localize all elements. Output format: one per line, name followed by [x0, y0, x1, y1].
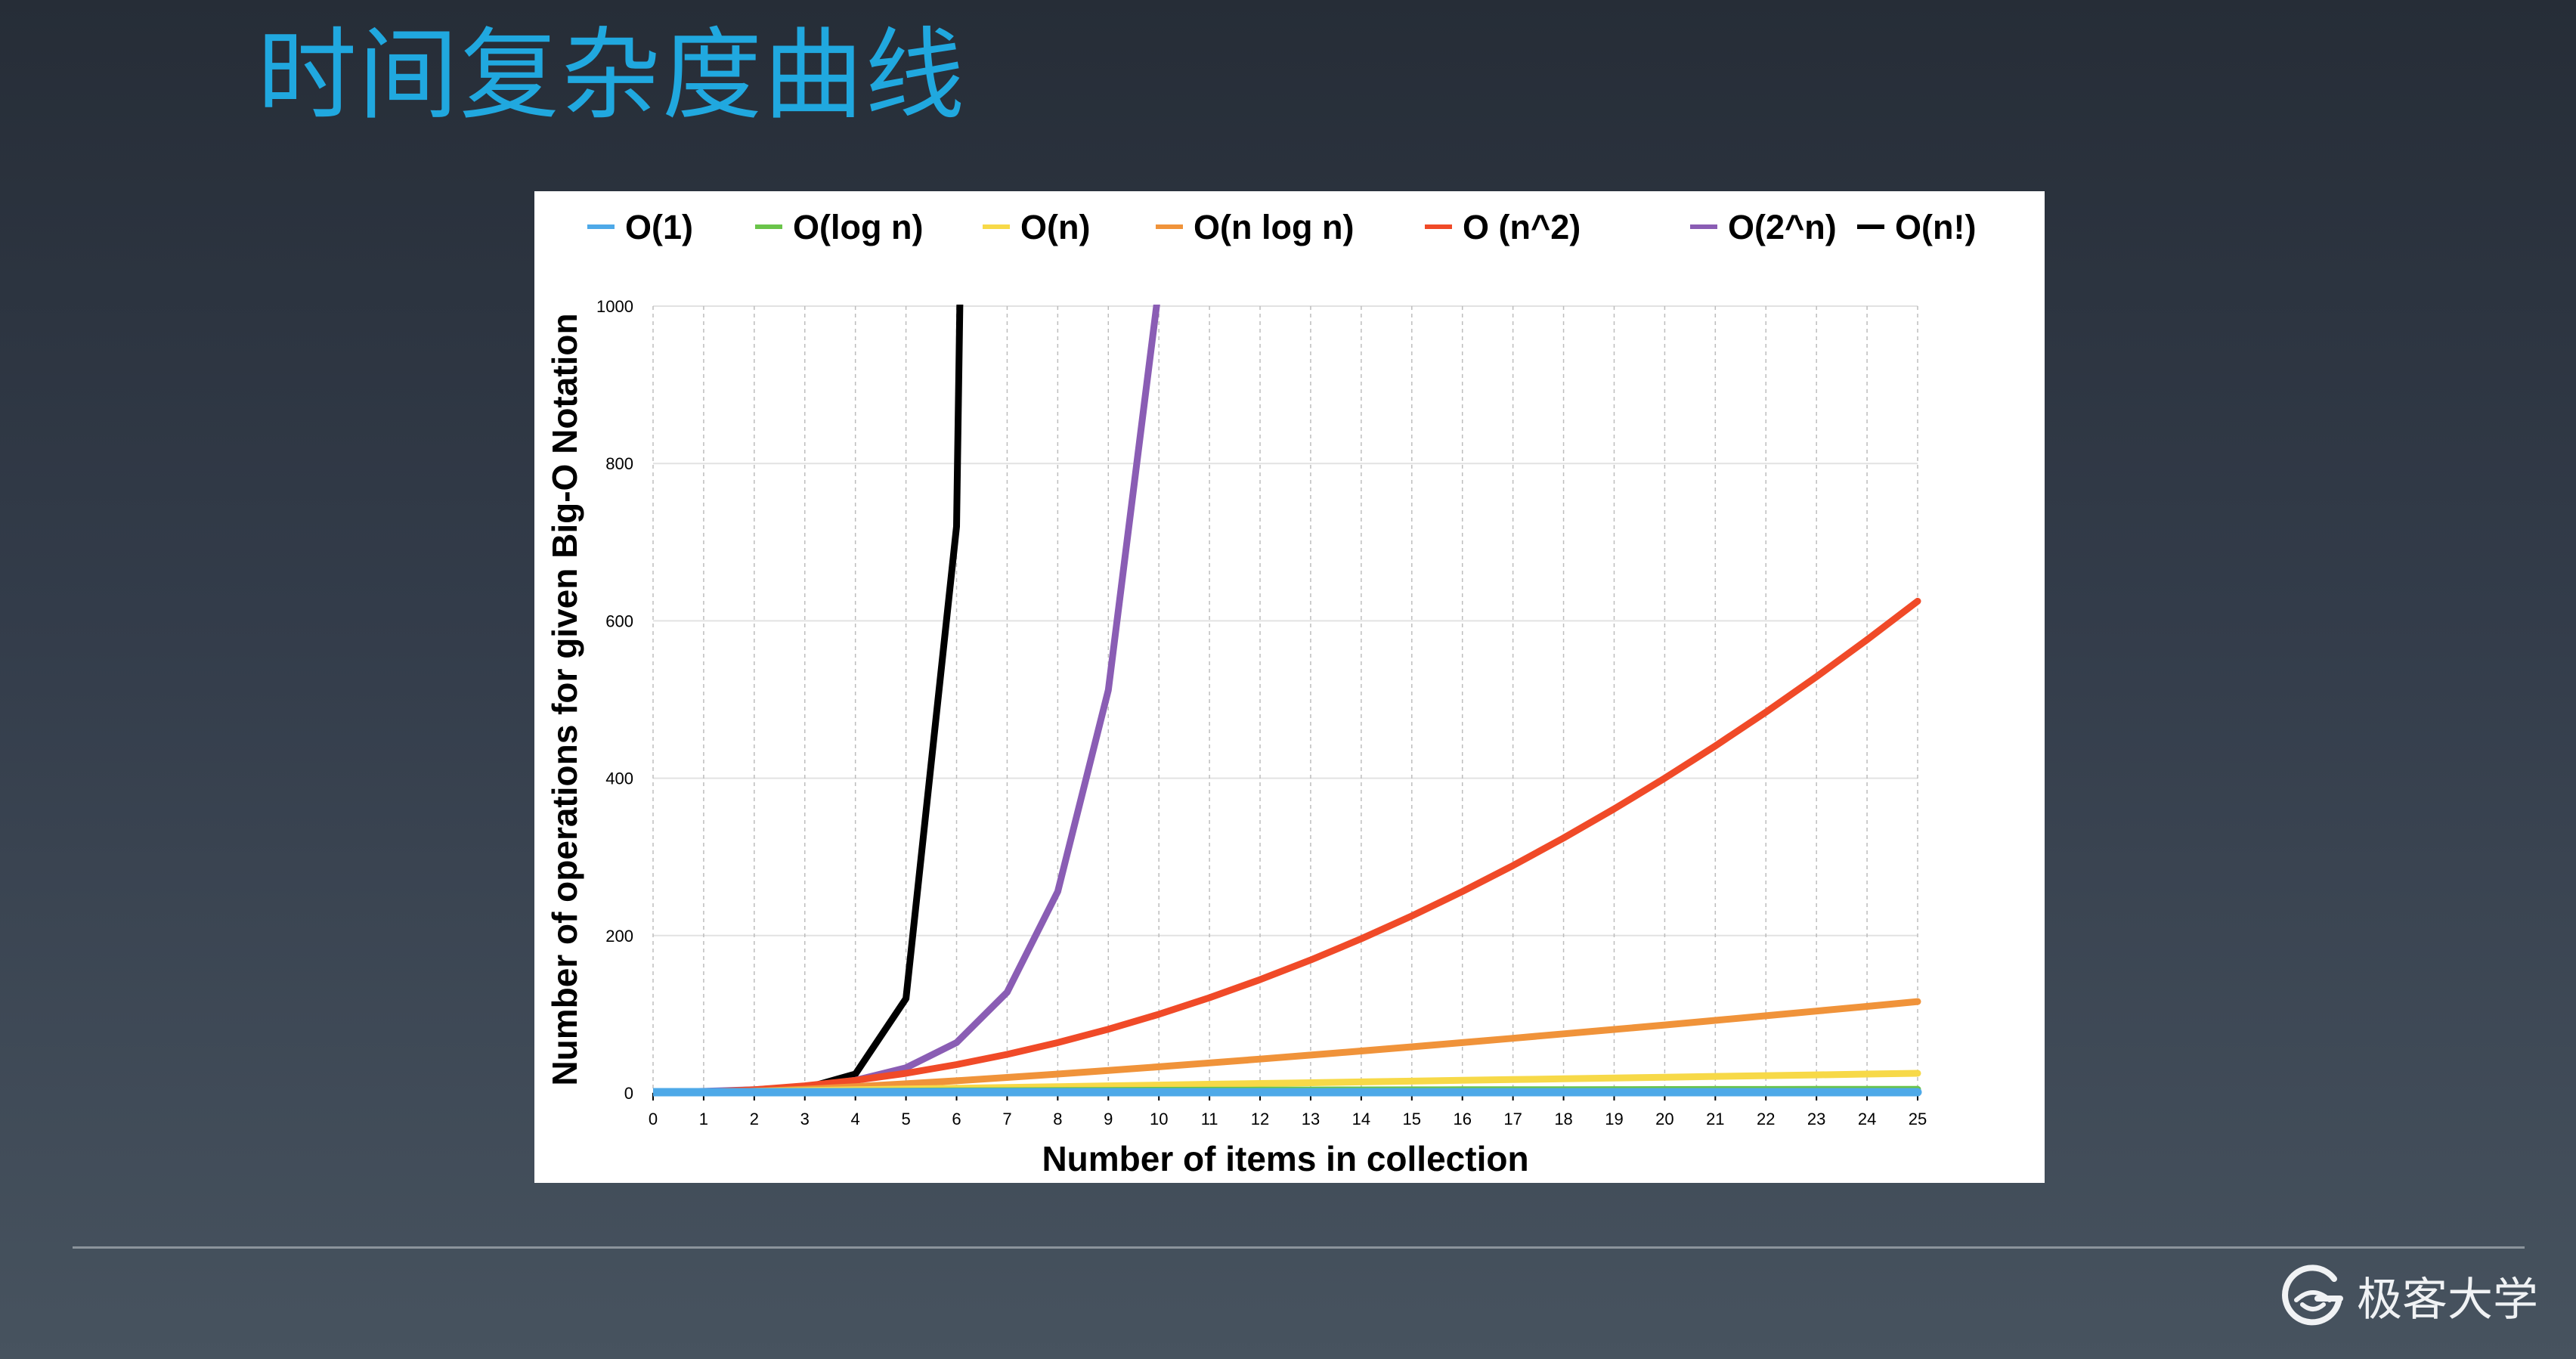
y-axis-ticks: 0 200 400 600 800 1000 — [596, 297, 633, 1103]
legend-label: O(n log n) — [1194, 208, 1354, 246]
x-tick-label: 25 — [1909, 1110, 1927, 1128]
x-tick-label: 2 — [750, 1110, 759, 1128]
x-tick-label: 22 — [1757, 1110, 1775, 1128]
chart-legend: O(1) O(log n) O(n) O(n log n) O (n^2) O(2^n) O… — [587, 208, 1976, 246]
legend-label: O (n^2) — [1463, 208, 1581, 246]
x-tick-label: 15 — [1403, 1110, 1421, 1128]
x-tick-label: 21 — [1706, 1110, 1724, 1128]
y-tick-label: 200 — [605, 927, 633, 946]
x-axis-ticks: 0 1 2 3 4 5 6 7 8 9 10 11 12 13 14 15 16 17 18 19 20 21 22 23 24… — [649, 1092, 1927, 1128]
y-tick-label: 800 — [605, 454, 633, 473]
x-tick-label: 8 — [1053, 1110, 1062, 1128]
x-tick-label: 18 — [1554, 1110, 1572, 1128]
x-tick-label: 3 — [800, 1110, 810, 1128]
brand-logo: 极客大学 — [2281, 1262, 2538, 1338]
x-tick-label: 1 — [699, 1110, 708, 1128]
legend-label: O(n) — [1020, 208, 1090, 246]
page-title: 时间复杂度曲线 — [257, 17, 966, 134]
legend-label: O(2^n) — [1728, 208, 1837, 246]
x-tick-label: 17 — [1503, 1110, 1522, 1128]
y-tick-label: 600 — [605, 611, 633, 630]
x-tick-label: 10 — [1150, 1110, 1168, 1128]
x-tick-label: 0 — [649, 1110, 658, 1128]
x-tick-label: 24 — [1858, 1110, 1876, 1128]
y-tick-label: 400 — [605, 769, 633, 788]
complexity-chart: 02004006008001000 0 1 2 3 4 5 6 7 8 9 10 11 12 13 14 15… — [545, 208, 1976, 1178]
y-axis-title: Number of operations for given Big-O Not… — [545, 313, 584, 1085]
geek-logo-icon — [2282, 1265, 2343, 1326]
x-tick-label: 13 — [1302, 1110, 1320, 1128]
chart-series — [653, 305, 1922, 1097]
legend-label: O(1) — [625, 208, 693, 246]
logo-text: 极客大学 — [2357, 1274, 2538, 1326]
chart-card: 0 200 400 600 800 1000 0 1 2 3 4 5 6 7 8 9 10 11 12 13 14 15… — [534, 191, 2045, 1183]
x-tick-label: 11 — [1201, 1110, 1218, 1128]
y-tick-label: 1000 — [596, 297, 633, 316]
x-tick-label: 14 — [1352, 1110, 1370, 1128]
x-tick-label: 7 — [1002, 1110, 1011, 1128]
chart-grid — [652, 305, 1918, 1094]
x-tick-label: 4 — [851, 1110, 860, 1128]
x-tick-label: 9 — [1104, 1110, 1113, 1128]
x-tick-label: 5 — [901, 1110, 910, 1128]
footer-divider — [73, 1246, 2525, 1249]
x-tick-label: 6 — [952, 1110, 961, 1128]
y-tick-label: 0 — [624, 1084, 633, 1103]
x-tick-label: 19 — [1605, 1110, 1623, 1128]
legend-label: O(log n) — [793, 208, 923, 246]
legend-label: O(n!) — [1895, 208, 1976, 246]
x-axis-title: Number of items in collection — [1042, 1139, 1528, 1178]
x-tick-label: 20 — [1655, 1110, 1673, 1128]
x-tick-label: 23 — [1807, 1110, 1825, 1128]
x-tick-label: 12 — [1251, 1110, 1269, 1128]
x-tick-label: 16 — [1453, 1110, 1471, 1128]
